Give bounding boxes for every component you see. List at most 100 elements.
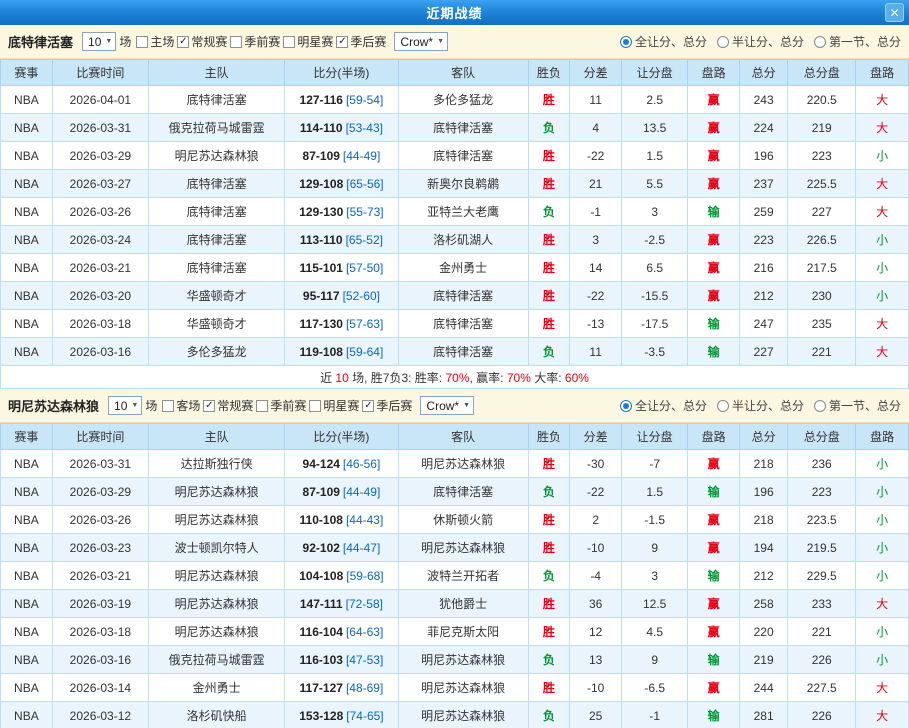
checkbox-icon[interactable] [283,36,295,48]
cell-home-team: 底特律活塞 [148,86,284,114]
cell-score: 119-108[59-64] [285,338,399,366]
cell-home-team: 俄克拉荷马城雷霆 [148,646,284,674]
cell-total: 218 [740,450,788,478]
cell-handicap: -3.5 [622,338,688,366]
cell-away-team: 底特律活塞 [398,142,528,170]
filter-checkbox[interactable]: 明星赛 [283,33,333,50]
score-half: [44-43] [346,513,383,527]
radio-icon[interactable] [620,36,632,48]
cell-date: 2026-03-18 [52,618,148,646]
filter-checkbox[interactable]: ✓季后赛 [362,397,412,414]
team-name: 底特律活塞 [8,32,73,51]
score-half: [52-60] [343,289,380,303]
games-count-select[interactable]: 10 ▼ [108,396,142,415]
cell-home-team: 底特律活塞 [148,198,284,226]
cell-away-team: 底特律活塞 [398,282,528,310]
filter-checkbox[interactable]: 季前赛 [230,33,280,50]
cell-handicap: 3 [622,198,688,226]
cell-league: NBA [1,170,53,198]
bookmaker-select[interactable]: Crow* ▼ [394,32,448,51]
cell-league: NBA [1,702,53,728]
team-name: 明尼苏达森林狼 [8,396,99,415]
cell-date: 2026-03-29 [52,478,148,506]
cell-point-diff: -22 [570,282,622,310]
cell-handicap: 5.5 [622,170,688,198]
radio-icon[interactable] [814,36,826,48]
cell-home-team: 明尼苏达森林狼 [148,590,284,618]
cell-handicap-result: 赢 [688,534,740,562]
radio-icon[interactable] [620,400,632,412]
filter-radio[interactable]: 半让分、总分 [717,33,804,50]
cell-home-team: 底特律活塞 [148,226,284,254]
column-header: 盘路 [688,60,740,86]
table-row: NBA2026-03-31达拉斯独行侠94-124[46-56]明尼苏达森林狼胜… [1,450,909,478]
radio-icon[interactable] [717,36,729,48]
cell-league: NBA [1,618,53,646]
checkbox-icon[interactable] [256,400,268,412]
summary-segment: 70% [445,371,469,385]
checkbox-icon[interactable]: ✓ [177,36,189,48]
bookmaker-select[interactable]: Crow* ▼ [420,396,474,415]
score-half: [44-47] [343,541,380,555]
cell-handicap: 9 [622,534,688,562]
cell-total-line: 223.5 [788,506,856,534]
filter-radio[interactable]: 全让分、总分 [620,397,707,414]
checkbox-icon[interactable] [162,400,174,412]
cell-home-team: 底特律活塞 [148,170,284,198]
filter-radio[interactable]: 全让分、总分 [620,33,707,50]
filter-checkbox[interactable]: ✓常规赛 [203,397,253,414]
cell-score: 129-108[65-56] [285,170,399,198]
checkbox-label: 客场 [176,397,200,414]
column-header: 比分(半场) [285,60,399,86]
filter-radio[interactable]: 半让分、总分 [717,397,804,414]
checkbox-icon[interactable] [230,36,242,48]
cell-home-team: 华盛顿奇才 [148,310,284,338]
checkbox-icon[interactable] [136,36,148,48]
cell-date: 2026-03-16 [52,338,148,366]
cell-away-team: 底特律活塞 [398,338,528,366]
cell-result: 负 [528,338,570,366]
filter-checkbox[interactable]: ✓常规赛 [177,33,227,50]
titlebar: 近期战绩 ✕ [0,0,909,25]
cell-result: 胜 [528,590,570,618]
column-header: 让分盘 [622,60,688,86]
filter-checkbox[interactable]: 客场 [162,397,200,414]
cell-result: 胜 [528,254,570,282]
filter-checkbox-group: 客场✓常规赛季前赛明星赛✓季后赛 [162,397,415,414]
radio-icon[interactable] [814,400,826,412]
cell-score: 115-101[57-50] [285,254,399,282]
checkbox-label: 季前赛 [244,33,280,50]
column-header: 主队 [148,424,284,450]
cell-date: 2026-03-12 [52,702,148,728]
filter-checkbox[interactable]: 明星赛 [309,397,359,414]
table-row: NBA2026-03-19明尼苏达森林狼147-111[72-58]犹他爵士胜3… [1,590,909,618]
cell-point-diff: 12 [570,618,622,646]
column-header: 赛事 [1,60,53,86]
cell-date: 2026-03-26 [52,506,148,534]
checkbox-label: 季前赛 [270,397,306,414]
score-full: 113-110 [300,233,343,247]
filter-checkbox[interactable]: 主场 [136,33,174,50]
checkbox-icon[interactable]: ✓ [203,400,215,412]
cell-total-line: 219.5 [788,534,856,562]
odds-type-radio-group: 全让分、总分半让分、总分第一节、总分 [610,33,901,50]
cell-total: 194 [740,534,788,562]
score-half: [57-63] [346,317,383,331]
checkbox-icon[interactable]: ✓ [362,400,374,412]
cell-result: 负 [528,646,570,674]
cell-league: NBA [1,478,53,506]
cell-handicap-result: 赢 [688,114,740,142]
filter-checkbox[interactable]: 季前赛 [256,397,306,414]
column-header: 客队 [398,424,528,450]
radio-label: 全让分、总分 [635,33,707,50]
close-button[interactable]: ✕ [885,3,904,22]
filter-radio[interactable]: 第一节、总分 [814,33,901,50]
filter-checkbox[interactable]: ✓季后赛 [336,33,386,50]
checkbox-icon[interactable]: ✓ [336,36,348,48]
games-count-select[interactable]: 10 ▼ [82,32,116,51]
filter-radio[interactable]: 第一节、总分 [814,397,901,414]
table-row: NBA2026-03-29明尼苏达森林狼87-109[44-49]底特律活塞胜-… [1,142,909,170]
radio-icon[interactable] [717,400,729,412]
checkbox-icon[interactable] [309,400,321,412]
cell-total-result: 小 [856,254,909,282]
